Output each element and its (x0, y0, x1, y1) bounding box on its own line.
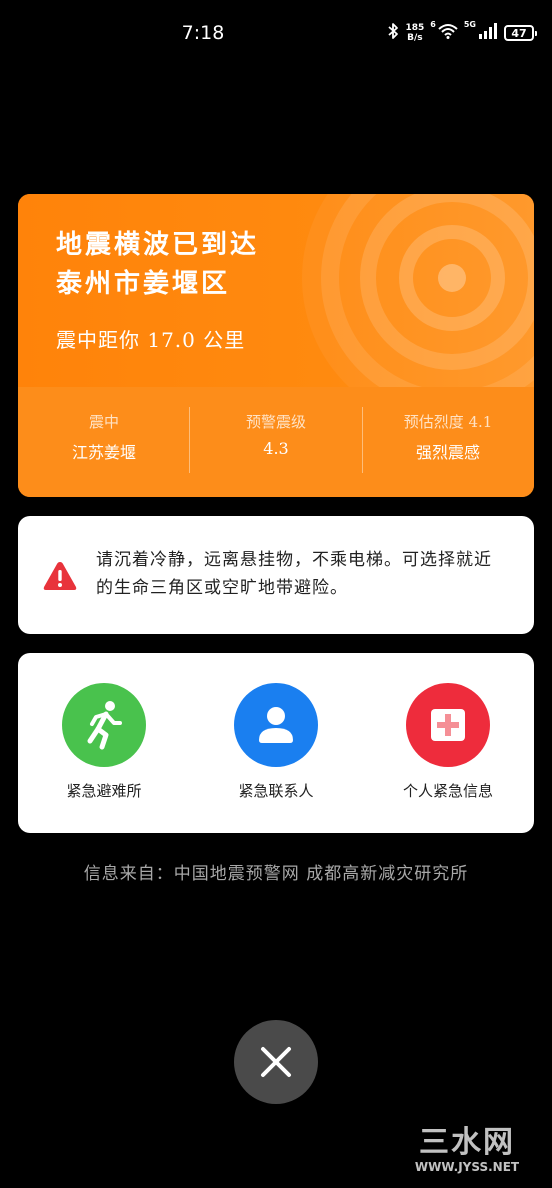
alert-title-line2: 泰州市姜堰区 (56, 269, 231, 299)
watermark: 三水网 WWW.JYSS.NET (402, 1125, 532, 1175)
emergency-contact-button[interactable]: 紧急联系人 (190, 653, 362, 833)
status-bar: 7:18 185 B/s 6 5G 47 (0, 0, 552, 68)
stat-label: 震中 (88, 413, 119, 431)
action-label: 个人紧急信息 (402, 782, 493, 800)
person-icon (234, 683, 318, 767)
wifi-icon (438, 23, 458, 43)
battery-icon: 47 (504, 25, 537, 41)
network-speed: 185 B/s (405, 23, 424, 43)
network-speed-unit: B/s (407, 33, 423, 43)
stat-label: 预警震级 (245, 413, 306, 431)
running-person-icon (62, 683, 146, 767)
stat-value: 4.3 (263, 439, 289, 458)
stat-label: 预估烈度 4.1 (403, 413, 493, 431)
watermark-logo: 三水网 (419, 1125, 515, 1160)
battery-level: 47 (511, 26, 527, 40)
stat-value: 强烈震感 (415, 443, 480, 462)
stat-epicenter: 震中 江苏姜堰 (18, 387, 190, 497)
stat-value: 江苏姜堰 (71, 443, 136, 462)
bluetooth-icon (387, 22, 399, 44)
stat-intensity: 预估烈度 4.1 强烈震感 (362, 387, 534, 497)
warning-icon (43, 562, 77, 590)
emergency-actions-card: 紧急避难所 紧急联系人 个人紧急信息 (18, 653, 534, 833)
stat-magnitude: 预警震级 4.3 (190, 387, 362, 497)
action-label: 紧急联系人 (238, 782, 314, 800)
medical-cross-icon (406, 683, 490, 767)
alert-title: 地震横波已到达 泰州市姜堰区 (56, 226, 259, 304)
alert-stats: 震中 江苏姜堰 预警震级 4.3 预估烈度 4.1 强烈震感 (18, 387, 534, 497)
status-icons: 185 B/s 6 5G 47 (387, 20, 537, 46)
action-label: 紧急避难所 (66, 782, 142, 800)
close-icon (261, 1047, 291, 1077)
signal-tag: 5G (463, 20, 476, 29)
wifi-tag: 6 (430, 20, 436, 29)
watermark-url: WWW.JYSS.NET (414, 1160, 520, 1174)
network-speed-value: 185 (405, 23, 425, 33)
close-button[interactable] (234, 1020, 318, 1104)
alert-header: 地震横波已到达 泰州市姜堰区 震中距你 17.0 公里 (18, 194, 534, 387)
epicenter-distance: 震中距你 17.0 公里 (56, 328, 246, 352)
status-time: 7:18 (181, 22, 225, 44)
info-source: 信息来自：中国地震预警网 成都高新减灾研究所 (83, 864, 469, 884)
safety-advice-text: 请沉着冷静，远离悬挂物，不乘电梯。可选择就近的生命三角区或空旷地带避险。 (96, 550, 492, 598)
personal-emergency-info-button[interactable]: 个人紧急信息 (362, 653, 534, 833)
cell-signal-icon (478, 23, 498, 43)
safety-advice-card: 请沉着冷静，远离悬挂物，不乘电梯。可选择就近的生命三角区或空旷地带避险。 (18, 516, 534, 634)
earthquake-alert-card: 地震横波已到达 泰州市姜堰区 震中距你 17.0 公里 震中 江苏姜堰 预警震级… (18, 194, 534, 497)
alert-title-line1: 地震横波已到达 (56, 230, 260, 260)
emergency-shelter-button[interactable]: 紧急避难所 (18, 653, 190, 833)
